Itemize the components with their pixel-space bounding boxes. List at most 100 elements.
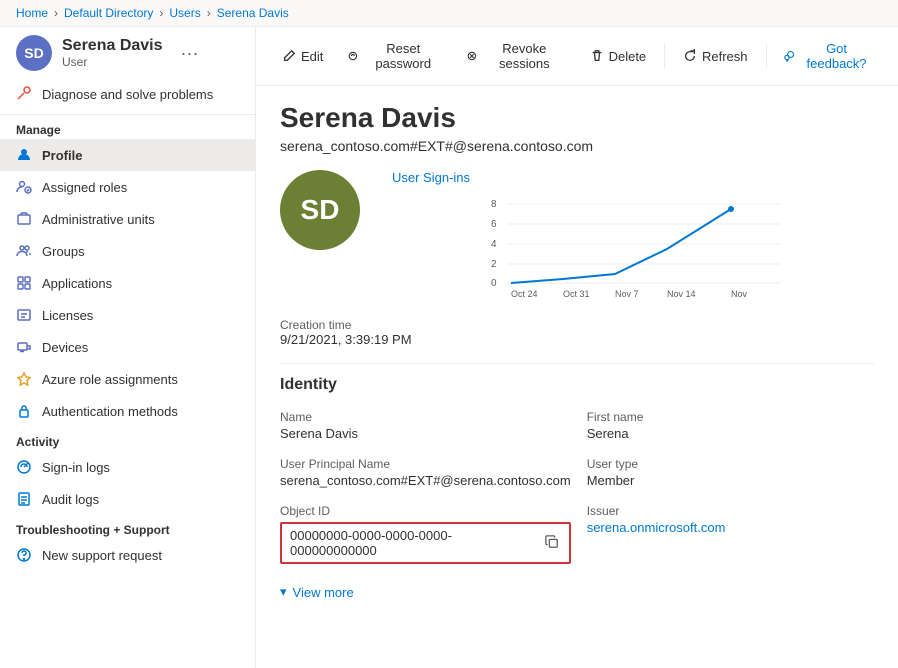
sidebar-assigned-roles-label: Assigned roles	[42, 180, 127, 195]
applications-icon	[16, 275, 32, 291]
audit-logs-icon	[16, 491, 32, 507]
breadcrumb-sep3: ›	[207, 6, 211, 20]
creation-time-value: 9/21/2021, 3:39:19 PM	[280, 332, 874, 347]
field-user-type-label: User type	[587, 457, 874, 471]
licenses-icon	[16, 307, 32, 323]
sidebar-profile-label: Profile	[42, 148, 82, 163]
sidebar-item-signin-logs[interactable]: Sign-in logs	[0, 451, 255, 483]
field-name-label: Name	[280, 410, 571, 424]
field-name-value: Serena Davis	[280, 426, 571, 441]
reset-password-button[interactable]: Reset password	[337, 35, 452, 77]
delete-button[interactable]: Delete	[580, 43, 657, 70]
field-first-name-label: First name	[587, 410, 874, 424]
sidebar-auth-methods-label: Authentication methods	[42, 404, 178, 419]
sidebar-user-role: User	[62, 55, 163, 69]
sidebar-item-applications[interactable]: Applications	[0, 267, 255, 299]
svg-text:Nov 7: Nov 7	[615, 289, 639, 299]
assigned-roles-icon	[16, 179, 32, 195]
copy-icon	[545, 535, 559, 549]
view-more-button[interactable]: ▾ View more	[280, 580, 874, 600]
identity-section-title: Identity	[280, 376, 874, 394]
feedback-button[interactable]: Got feedback?	[774, 35, 882, 77]
creation-time: Creation time 9/21/2021, 3:39:19 PM	[280, 318, 874, 347]
field-issuer-value[interactable]: serena.onmicrosoft.com	[587, 520, 874, 535]
svg-text:0: 0	[491, 278, 497, 289]
sidebar-item-profile[interactable]: Profile	[0, 139, 255, 171]
svg-text:6: 6	[491, 219, 497, 230]
breadcrumb-sep2: ›	[159, 6, 163, 20]
chevron-down-icon: ▾	[280, 584, 287, 600]
breadcrumb-home[interactable]: Home	[16, 6, 48, 20]
groups-icon	[16, 243, 32, 259]
sidebar-new-support-label: New support request	[42, 548, 162, 563]
admin-units-icon	[16, 211, 32, 227]
field-object-id-label: Object ID	[280, 504, 571, 518]
breadcrumb: Home › Default Directory › Users › Seren…	[0, 0, 898, 27]
sidebar-item-devices[interactable]: Devices	[0, 331, 255, 363]
azure-roles-icon	[16, 371, 32, 387]
user-signins-chart: 8 6 4 2 0 Oct 24 Oct 31 N	[392, 189, 874, 299]
profile-name: Serena Davis	[280, 102, 874, 134]
sidebar-groups-label: Groups	[42, 244, 85, 259]
svg-text:Oct 31: Oct 31	[563, 289, 590, 299]
sidebar-azure-roles-label: Azure role assignments	[42, 372, 178, 387]
feedback-icon	[784, 49, 796, 63]
svg-text:Oct 24: Oct 24	[511, 289, 538, 299]
activity-section-label: Activity	[0, 427, 255, 451]
sidebar-signin-logs-label: Sign-in logs	[42, 460, 110, 475]
reset-password-icon	[347, 49, 359, 63]
diagnose-label: Diagnose and solve problems	[42, 87, 213, 102]
svg-text:Nov 14: Nov 14	[667, 289, 696, 299]
field-first-name-value: Serena	[587, 426, 874, 441]
refresh-button[interactable]: Refresh	[673, 43, 758, 70]
field-object-id: Object ID 00000000-0000-0000-0000-000000…	[280, 504, 571, 564]
breadcrumb-users[interactable]: Users	[169, 6, 200, 20]
field-first-name: First name Serena	[587, 410, 874, 441]
revoke-sessions-icon	[466, 49, 478, 63]
copy-object-id-button[interactable]	[543, 533, 561, 554]
sidebar-licenses-label: Licenses	[42, 308, 93, 323]
profile-icon	[16, 147, 32, 163]
breadcrumb-sep1: ›	[54, 6, 58, 20]
toolbar-divider	[664, 44, 665, 68]
object-id-box: 00000000-0000-0000-0000-000000000000	[280, 522, 571, 564]
signin-logs-icon	[16, 459, 32, 475]
sidebar-item-licenses[interactable]: Licenses	[0, 299, 255, 331]
field-upn-value: serena_contoso.com#EXT#@serena.contoso.c…	[280, 473, 571, 488]
revoke-sessions-button[interactable]: Revoke sessions	[456, 35, 575, 77]
sidebar-diagnose[interactable]: Diagnose and solve problems	[0, 75, 255, 115]
auth-methods-icon	[16, 403, 32, 419]
field-issuer: Issuer serena.onmicrosoft.com	[587, 504, 874, 564]
devices-icon	[16, 339, 32, 355]
user-avatar: SD	[280, 170, 360, 250]
chart-title: User Sign-ins	[392, 170, 874, 185]
field-user-type: User type Member	[587, 457, 874, 488]
more-options-icon[interactable]: ···	[181, 43, 199, 64]
sidebar-item-admin-units[interactable]: Administrative units	[0, 203, 255, 235]
sidebar-devices-label: Devices	[42, 340, 88, 355]
sidebar-item-new-support[interactable]: New support request	[0, 539, 255, 571]
field-issuer-label: Issuer	[587, 504, 874, 518]
delete-icon	[590, 49, 604, 63]
sidebar-item-assigned-roles[interactable]: Assigned roles	[0, 171, 255, 203]
breadcrumb-current: Serena Davis	[217, 6, 289, 20]
svg-text:8: 8	[491, 199, 497, 210]
sidebar-admin-units-label: Administrative units	[42, 212, 155, 227]
sidebar-item-audit-logs[interactable]: Audit logs	[0, 483, 255, 515]
creation-time-label: Creation time	[280, 318, 874, 332]
sidebar-item-groups[interactable]: Groups	[0, 235, 255, 267]
refresh-icon	[683, 49, 697, 63]
manage-section-label: Manage	[0, 115, 255, 139]
svg-text:4: 4	[491, 239, 497, 250]
avatar: SD	[16, 35, 52, 71]
object-id-value: 00000000-0000-0000-0000-000000000000	[290, 528, 535, 558]
sidebar-item-azure-roles[interactable]: Azure role assignments	[0, 363, 255, 395]
breadcrumb-default-dir[interactable]: Default Directory	[64, 6, 153, 20]
field-name: Name Serena Davis	[280, 410, 571, 441]
profile-email: serena_contoso.com#EXT#@serena.contoso.c…	[280, 138, 874, 154]
troubleshooting-section-label: Troubleshooting + Support	[0, 515, 255, 539]
edit-button[interactable]: Edit	[272, 43, 333, 70]
sidebar-item-auth-methods[interactable]: Authentication methods	[0, 395, 255, 427]
svg-text:2: 2	[491, 259, 497, 270]
svg-text:Nov: Nov	[731, 289, 748, 299]
